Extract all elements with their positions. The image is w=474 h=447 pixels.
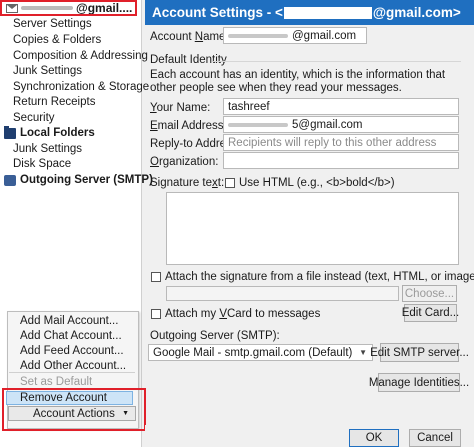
account-name-label: Account Name: bbox=[150, 31, 229, 43]
cancel-button[interactable]: Cancel bbox=[409, 429, 461, 447]
organization-label-post: rganization: bbox=[158, 156, 219, 168]
your-name-label-accel: Y bbox=[150, 102, 157, 114]
attach-vcard-checkbox[interactable] bbox=[151, 309, 161, 319]
page-title-prefix: Account Settings - < bbox=[152, 5, 283, 20]
identity-description: Each account has an identity, which is t… bbox=[150, 69, 446, 94]
attach-signature-checkbox[interactable] bbox=[151, 272, 161, 282]
email-address-value: 5@gmail.com bbox=[292, 118, 363, 131]
tree-item-return-receipts[interactable]: Return Receipts bbox=[13, 96, 95, 108]
attach-vcard-accel: V bbox=[219, 308, 227, 320]
signature-text-label: Signature text: bbox=[150, 177, 224, 189]
smtp-server-value: Google Mail - smtp.gmail.com (Default) bbox=[153, 346, 353, 359]
organization-field[interactable] bbox=[223, 152, 459, 169]
redacted-email-local bbox=[228, 122, 288, 127]
page-title: Account Settings - < @gmail.com> bbox=[145, 0, 474, 25]
redacted-account-name bbox=[21, 6, 73, 10]
menu-add-other-account[interactable]: Add Other Account... bbox=[20, 360, 126, 372]
tree-item-local-junk-settings[interactable]: Junk Settings bbox=[13, 143, 82, 155]
attach-vcard-pre: Attach my bbox=[165, 308, 220, 320]
folder-icon bbox=[4, 125, 16, 139]
tree-item-disk-space[interactable]: Disk Space bbox=[13, 158, 71, 170]
outgoing-server-label: Outgoing Server (SMTP) bbox=[20, 174, 153, 186]
email-address-label: Email Address: bbox=[150, 120, 227, 132]
edit-smtp-button[interactable]: Edit SMTP server... bbox=[370, 343, 469, 362]
local-folders-label: Local Folders bbox=[20, 127, 95, 139]
tree-item-security[interactable]: Security bbox=[13, 112, 55, 124]
attach-vcard-post: Card to messages bbox=[227, 308, 321, 320]
menu-add-mail-account[interactable]: Add Mail Account... bbox=[20, 315, 118, 327]
email-address-field[interactable]: 5@gmail.com bbox=[223, 116, 459, 133]
menu-remove-account[interactable]: Remove Account bbox=[6, 391, 133, 405]
edit-card-button[interactable]: Edit Card... bbox=[402, 304, 459, 322]
server-icon bbox=[4, 174, 16, 186]
manage-identities-button[interactable]: Manage Identities... bbox=[369, 373, 469, 392]
choose-file-button[interactable]: Choose... bbox=[402, 285, 457, 302]
account-actions-label: Account Actions bbox=[33, 407, 115, 420]
your-name-label-post: our Name: bbox=[156, 102, 211, 114]
mail-account-icon bbox=[6, 3, 18, 13]
tree-item-local-folders[interactable]: Local Folders bbox=[4, 125, 95, 139]
tree-item-composition[interactable]: Composition & Addressing bbox=[13, 50, 148, 62]
group-divider bbox=[212, 61, 461, 62]
attach-signature-label: Attach the signature from a file instead… bbox=[165, 271, 474, 283]
account-name-value: @gmail.com bbox=[292, 29, 357, 42]
account-tree-root-label: @gmail.... bbox=[76, 1, 133, 15]
reply-to-placeholder: Recipients will reply to this other addr… bbox=[228, 136, 437, 149]
chevron-down-icon: ▼ bbox=[359, 348, 367, 357]
tree-item-sync-storage[interactable]: Synchronization & Storage bbox=[13, 81, 149, 93]
use-html-checkbox[interactable] bbox=[225, 178, 235, 188]
organization-label: Organization: bbox=[150, 156, 218, 168]
email-label-accel: E bbox=[150, 120, 158, 132]
menu-add-chat-account[interactable]: Add Chat Account... bbox=[20, 330, 122, 342]
account-name-label-accel: N bbox=[194, 31, 204, 43]
menu-separator bbox=[9, 372, 135, 373]
smtp-server-select[interactable]: Google Mail - smtp.gmail.com (Default) ▼ bbox=[148, 344, 373, 361]
smtp-label: Outgoing Server (SMTP): bbox=[150, 330, 280, 342]
redacted-username bbox=[228, 33, 288, 38]
default-identity-heading: Default Identity bbox=[150, 54, 227, 66]
attach-vcard-label: Attach my VCard to messages bbox=[165, 308, 320, 320]
menu-add-feed-account[interactable]: Add Feed Account... bbox=[20, 345, 124, 357]
use-html-label: Use HTML (e.g., <b>bold</b>) bbox=[239, 177, 395, 189]
your-name-field[interactable]: tashreef bbox=[223, 98, 459, 115]
your-name-label: Your Name: bbox=[150, 102, 210, 114]
signature-label-pre: Signature te bbox=[150, 177, 213, 189]
page-title-suffix: @gmail.com> bbox=[372, 5, 461, 20]
tree-item-junk-settings[interactable]: Junk Settings bbox=[13, 65, 82, 77]
account-name-label-pre: Account bbox=[150, 31, 195, 43]
account-name-field[interactable]: @gmail.com bbox=[223, 27, 367, 44]
caret-down-icon: ▼ bbox=[122, 410, 129, 417]
tree-item-outgoing-server[interactable]: Outgoing Server (SMTP) bbox=[4, 174, 153, 186]
account-actions-button[interactable]: Account Actions ▼ bbox=[8, 406, 136, 421]
email-label-post: mail Address: bbox=[157, 120, 227, 132]
signature-textarea[interactable] bbox=[166, 192, 459, 265]
redacted-email bbox=[283, 6, 372, 19]
tree-item-server-settings[interactable]: Server Settings bbox=[13, 18, 92, 30]
reply-to-field[interactable]: Recipients will reply to this other addr… bbox=[223, 134, 459, 151]
ok-button[interactable]: OK bbox=[349, 429, 399, 447]
account-tree-root[interactable]: @gmail.... bbox=[0, 0, 137, 16]
your-name-value: tashreef bbox=[228, 100, 270, 113]
menu-set-as-default: Set as Default bbox=[20, 376, 93, 388]
organization-label-accel: O bbox=[150, 156, 159, 168]
signature-file-field[interactable] bbox=[166, 286, 399, 301]
tree-item-copies-folders[interactable]: Copies & Folders bbox=[13, 34, 101, 46]
signature-label-post: t: bbox=[217, 177, 225, 189]
